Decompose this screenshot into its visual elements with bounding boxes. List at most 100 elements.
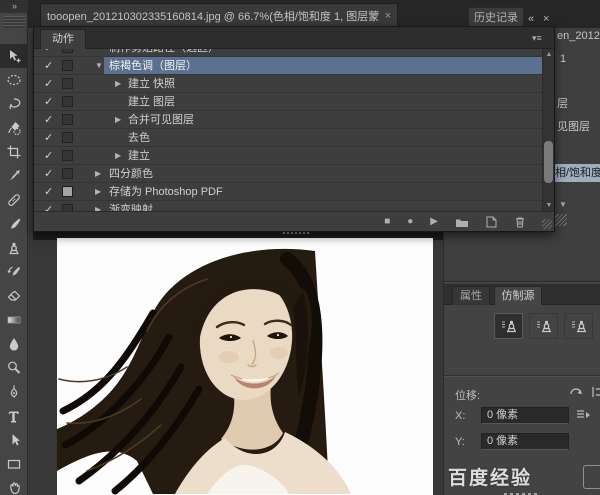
stop-button[interactable]: ■ bbox=[384, 212, 390, 232]
close-panel-icon[interactable]: × bbox=[543, 13, 549, 25]
scrollbar-thumb[interactable] bbox=[544, 141, 553, 183]
document-tab[interactable]: tooopen_201210302335160814.jpg @ 66.7%(色… bbox=[40, 3, 398, 28]
tool-path-selection[interactable] bbox=[0, 428, 28, 452]
action-toggle-check[interactable]: ✓ bbox=[44, 57, 53, 75]
action-toggle-check[interactable]: ✓ bbox=[44, 183, 53, 201]
action-toggle-check[interactable]: ✓ bbox=[44, 49, 53, 57]
canvas[interactable] bbox=[57, 238, 433, 495]
action-row[interactable]: ✓ ▶ 存储为 Photoshop PDF bbox=[34, 183, 542, 201]
tool-eraser[interactable] bbox=[0, 284, 28, 308]
move-icon bbox=[10, 50, 21, 63]
new-folder-button[interactable] bbox=[455, 217, 469, 228]
action-row[interactable]: ✓ ▶ 四分颜色 bbox=[34, 165, 542, 183]
collapse-arrow-icon[interactable]: ▶ bbox=[95, 201, 101, 211]
play-button[interactable]: ▶ bbox=[430, 212, 438, 232]
scroll-up-icon[interactable]: ▲ bbox=[543, 51, 555, 58]
action-row[interactable]: ✓ ▶ 合并可见图层 bbox=[34, 111, 542, 129]
action-row[interactable]: ✓ 制作剪贴路径（选区） bbox=[34, 49, 542, 57]
offset-x-input[interactable]: 0 像素 bbox=[481, 407, 569, 424]
elliptical-marquee-icon bbox=[7, 74, 21, 86]
tool-blur[interactable] bbox=[0, 332, 28, 356]
panel-menu-icon[interactable]: ▾≡ bbox=[532, 33, 550, 43]
tool-move[interactable] bbox=[0, 44, 28, 68]
action-toggle-check[interactable]: ✓ bbox=[44, 93, 53, 111]
tool-pen[interactable] bbox=[0, 380, 28, 404]
tool-eyedropper[interactable] bbox=[0, 164, 28, 188]
clone-source-3-button[interactable] bbox=[564, 313, 593, 339]
dialog-toggle-box[interactable] bbox=[62, 150, 73, 161]
action-toggle-check[interactable]: ✓ bbox=[44, 147, 53, 165]
tool-healing-brush[interactable] bbox=[0, 188, 28, 212]
new-action-button[interactable] bbox=[486, 216, 497, 228]
tool-shape[interactable] bbox=[0, 452, 28, 476]
tool-elliptical-marquee[interactable] bbox=[0, 68, 28, 92]
clone-source-2-button[interactable] bbox=[529, 313, 558, 339]
tab-actions[interactable]: 动作 bbox=[40, 29, 86, 49]
history-brush-icon bbox=[7, 266, 20, 276]
tab-properties[interactable]: 属性 bbox=[452, 286, 490, 305]
history-scroll-down-icon[interactable]: ▼ bbox=[559, 200, 567, 209]
dialog-toggle-box[interactable] bbox=[62, 168, 73, 179]
action-toggle-check[interactable]: ✓ bbox=[44, 75, 53, 93]
action-toggle-check[interactable]: ✓ bbox=[44, 129, 53, 147]
scroll-down-icon[interactable]: ▼ bbox=[543, 202, 555, 209]
tool-brush[interactable] bbox=[0, 212, 28, 236]
flip-icon[interactable] bbox=[592, 385, 600, 404]
panel-resize-grip[interactable] bbox=[542, 219, 552, 229]
offset-y-input[interactable]: 0 像素 bbox=[481, 433, 569, 450]
tool-crop[interactable] bbox=[0, 140, 28, 164]
history-step-selected[interactable]: 相/饱和度 bbox=[555, 164, 600, 182]
action-row[interactable]: ✓ ▶ 渐变映射 bbox=[34, 201, 542, 211]
close-document-icon[interactable]: × bbox=[385, 10, 391, 22]
portrait-photo bbox=[57, 239, 433, 495]
reset-transform-icon[interactable] bbox=[568, 385, 584, 404]
history-item-fragment: 层 bbox=[557, 98, 568, 110]
tool-dodge[interactable] bbox=[0, 356, 28, 380]
tool-type[interactable] bbox=[0, 404, 28, 428]
tool-gradient[interactable] bbox=[0, 308, 28, 332]
collapse-arrow-icon[interactable]: ▶ bbox=[115, 75, 121, 93]
action-row[interactable]: ✓ ▼ 棕褐色调（图层） bbox=[34, 57, 542, 75]
collapse-arrow-icon[interactable]: ▶ bbox=[95, 183, 101, 201]
tab-clone-source[interactable]: 仿制源 bbox=[494, 286, 542, 305]
dialog-toggle-box[interactable] bbox=[62, 96, 73, 107]
tool-quick-selection[interactable] bbox=[0, 116, 28, 140]
dialog-toggle-box[interactable] bbox=[62, 186, 73, 197]
dialog-toggle-box[interactable] bbox=[62, 114, 73, 125]
panel-divider bbox=[444, 281, 600, 283]
history-item-fragment: 1 bbox=[560, 53, 567, 65]
actions-scrollbar[interactable]: ▲ ▼ bbox=[542, 49, 554, 211]
dialog-toggle-box[interactable] bbox=[62, 60, 73, 71]
action-label: 棕褐色调（图层） bbox=[109, 60, 197, 72]
tool-clone-stamp[interactable] bbox=[0, 236, 28, 260]
collapse-arrow-icon[interactable]: ▶ bbox=[95, 165, 101, 183]
tab-history[interactable]: 历史记录 bbox=[468, 7, 524, 28]
action-label: 合并可见图层 bbox=[128, 114, 194, 126]
action-toggle-check[interactable]: ✓ bbox=[44, 165, 53, 183]
record-button[interactable]: ● bbox=[407, 212, 413, 232]
tool-hand[interactable] bbox=[0, 476, 28, 495]
collapse-panel-icon[interactable]: » bbox=[0, 0, 28, 13]
dialog-toggle-box[interactable] bbox=[62, 49, 73, 53]
action-row[interactable]: ✓ ▶ 建立 快照 bbox=[34, 75, 542, 93]
history-resize-grip[interactable] bbox=[555, 214, 567, 226]
action-toggle-check[interactable]: ✓ bbox=[44, 201, 53, 211]
action-row[interactable]: ✓ 建立 图层 bbox=[34, 93, 542, 111]
collapse-arrow-icon[interactable]: ▶ bbox=[115, 147, 121, 165]
clone-source-1-button[interactable] bbox=[494, 313, 523, 339]
dialog-toggle-box[interactable] bbox=[62, 78, 73, 89]
action-toggle-check[interactable]: ✓ bbox=[44, 111, 53, 129]
collapse-arrow-icon[interactable]: ▶ bbox=[115, 111, 121, 129]
dialog-toggle-box[interactable] bbox=[62, 132, 73, 143]
action-row[interactable]: ✓ ▶ 建立 bbox=[34, 147, 542, 165]
tool-history-brush[interactable] bbox=[0, 260, 28, 284]
tool-lasso[interactable] bbox=[0, 92, 28, 116]
collapse-dock-icon[interactable]: « bbox=[528, 13, 534, 25]
delete-button[interactable] bbox=[514, 216, 526, 228]
scale-link-icon[interactable] bbox=[575, 408, 591, 428]
dialog-toggle-box[interactable] bbox=[62, 204, 73, 211]
history-item-fragment: 见图层 bbox=[557, 121, 590, 133]
action-row[interactable]: ✓ 去色 bbox=[34, 129, 542, 147]
expand-arrow-icon[interactable]: ▼ bbox=[95, 57, 103, 75]
toolbar-grip[interactable] bbox=[3, 16, 25, 28]
